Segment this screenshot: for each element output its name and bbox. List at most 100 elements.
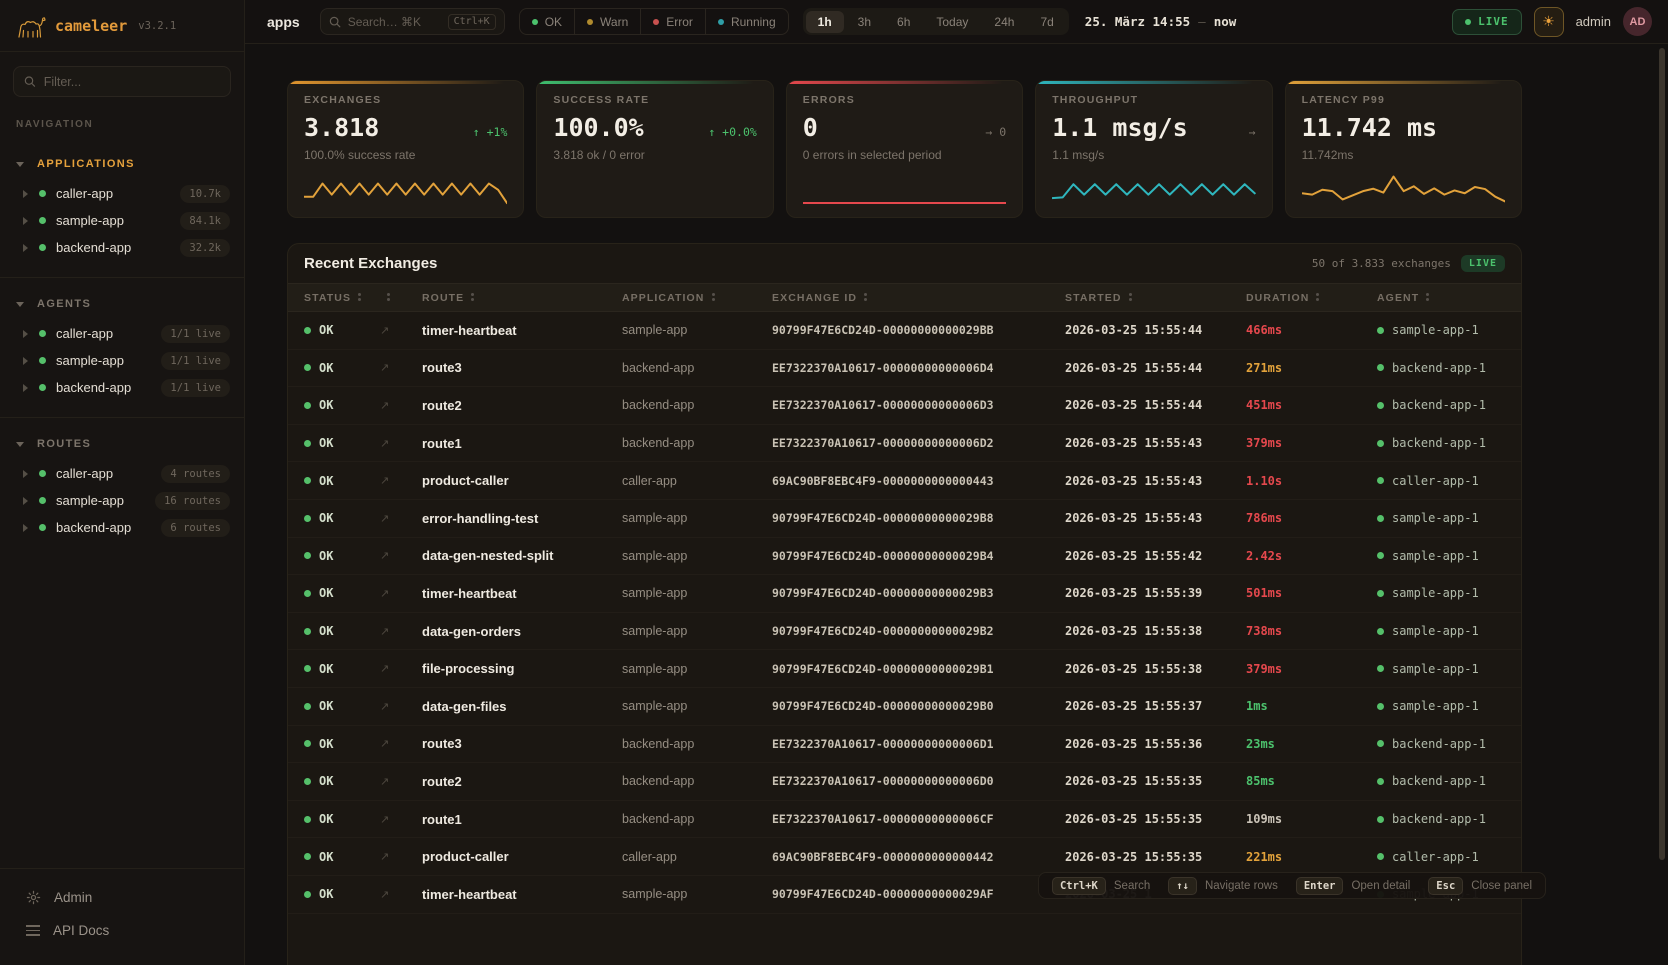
status-filter-ok[interactable]: OK bbox=[520, 9, 574, 34]
open-detail-arrow-icon[interactable]: ↗ bbox=[380, 850, 422, 863]
open-detail-arrow-icon[interactable]: ↗ bbox=[380, 775, 422, 788]
status-cell: OK bbox=[304, 586, 380, 600]
avatar[interactable]: AD bbox=[1623, 7, 1652, 36]
table-row[interactable]: OK↗product-callercaller-app69AC90BF8EBC4… bbox=[288, 838, 1521, 876]
sidebar-filter-input[interactable] bbox=[44, 75, 220, 89]
stat-card-exchanges[interactable]: EXCHANGES3.818↑ +1%100.0% success rate bbox=[287, 80, 524, 218]
time-range-6h[interactable]: 6h bbox=[885, 11, 922, 33]
status-filter-warn[interactable]: Warn bbox=[574, 9, 640, 34]
agent-cell: sample-app-1 bbox=[1377, 662, 1505, 676]
global-search-input[interactable] bbox=[348, 15, 432, 29]
open-detail-arrow-icon[interactable]: ↗ bbox=[380, 324, 422, 337]
sidebar-item-sample-app[interactable]: sample-app1/1 live bbox=[0, 347, 244, 374]
nav-item-label: backend-app bbox=[56, 380, 131, 395]
column-header-exchange-id[interactable]: EXCHANGE ID bbox=[772, 292, 1065, 304]
open-detail-arrow-icon[interactable]: ↗ bbox=[380, 813, 422, 826]
card-accent bbox=[288, 81, 523, 84]
column-header-started[interactable]: STARTED bbox=[1065, 292, 1246, 304]
agent-name: caller-app-1 bbox=[1392, 474, 1479, 488]
exchange-id-cell: 90799F47E6CD24D-00000000000029B3 bbox=[772, 586, 1065, 600]
user-name: admin bbox=[1576, 14, 1611, 29]
chevron-right-icon bbox=[23, 330, 28, 338]
column-header-agent[interactable]: AGENT bbox=[1377, 292, 1505, 304]
sidebar-filter[interactable] bbox=[13, 66, 231, 97]
stat-card-success-rate[interactable]: SUCCESS RATE100.0%↑ +0.0%3.818 ok / 0 er… bbox=[536, 80, 773, 218]
open-detail-arrow-icon[interactable]: ↗ bbox=[380, 549, 422, 562]
time-range-today[interactable]: Today bbox=[924, 11, 980, 33]
sidebar-item-sample-app[interactable]: sample-app84.1k bbox=[0, 207, 244, 234]
open-detail-arrow-icon[interactable]: ↗ bbox=[380, 662, 422, 675]
sidebar-item-caller-app[interactable]: caller-app4 routes bbox=[0, 460, 244, 487]
table-row[interactable]: OK↗data-gen-nested-splitsample-app90799F… bbox=[288, 538, 1521, 576]
theme-toggle-button[interactable]: ☀ bbox=[1534, 7, 1564, 37]
open-detail-arrow-icon[interactable]: ↗ bbox=[380, 587, 422, 600]
open-detail-arrow-icon[interactable]: ↗ bbox=[380, 361, 422, 374]
stat-card-latency-p99[interactable]: LATENCY P9911.742 ms11.742ms bbox=[1285, 80, 1522, 218]
sidebar-item-api-docs[interactable]: API Docs bbox=[0, 914, 244, 947]
column-header-route[interactable]: ROUTE bbox=[422, 292, 622, 304]
sidebar-item-caller-app[interactable]: caller-app10.7k bbox=[0, 180, 244, 207]
agent-status-dot bbox=[1377, 402, 1384, 409]
open-detail-arrow-icon[interactable]: ↗ bbox=[380, 888, 422, 901]
open-detail-arrow-icon[interactable]: ↗ bbox=[380, 625, 422, 638]
table-row[interactable]: OK↗route2backend-appEE7322370A10617-0000… bbox=[288, 763, 1521, 801]
table-row[interactable]: OK↗data-gen-filessample-app90799F47E6CD2… bbox=[288, 688, 1521, 726]
table-row[interactable]: OK↗error-handling-testsample-app90799F47… bbox=[288, 500, 1521, 538]
nav-sections: APPLICATIONS caller-app10.7ksample-app84.… bbox=[0, 146, 244, 541]
column-header-duration[interactable]: DURATION bbox=[1246, 292, 1377, 304]
route-cell: data-gen-nested-split bbox=[422, 548, 622, 563]
table-row[interactable]: OK↗file-processingsample-app90799F47E6CD… bbox=[288, 650, 1521, 688]
nav-section-header-applications[interactable]: APPLICATIONS bbox=[0, 152, 244, 176]
open-detail-arrow-icon[interactable]: ↗ bbox=[380, 474, 422, 487]
open-detail-arrow-icon[interactable]: ↗ bbox=[380, 700, 422, 713]
shortcut-hint: EscClose panel bbox=[1428, 877, 1532, 895]
column-header-detail[interactable] bbox=[380, 292, 422, 304]
sidebar-item-backend-app[interactable]: backend-app32.2k bbox=[0, 234, 244, 261]
time-range-3h[interactable]: 3h bbox=[846, 11, 883, 33]
time-range-24h[interactable]: 24h bbox=[982, 11, 1026, 33]
time-range-7d[interactable]: 7d bbox=[1028, 11, 1065, 33]
status-cell: OK bbox=[304, 361, 380, 375]
sidebar-item-sample-app[interactable]: sample-app16 routes bbox=[0, 487, 244, 514]
status-filter-error[interactable]: Error bbox=[640, 9, 705, 34]
sidebar-item-admin[interactable]: Admin bbox=[0, 881, 244, 914]
nav-section-header-agents[interactable]: AGENTS bbox=[0, 292, 244, 316]
sidebar-item-backend-app[interactable]: backend-app6 routes bbox=[0, 514, 244, 541]
global-search[interactable]: Ctrl+K bbox=[320, 8, 505, 35]
status-filter-running[interactable]: Running bbox=[705, 9, 788, 34]
scrollbar-thumb[interactable] bbox=[1659, 48, 1665, 860]
sidebar: cameleer v3.2.1 NAVIGATION APPLICATIONSc… bbox=[0, 0, 245, 965]
started-cell: 2026-03-25 15:55:44 bbox=[1065, 323, 1246, 337]
stat-card-errors[interactable]: ERRORS0→ 00 errors in selected period bbox=[786, 80, 1023, 218]
sidebar-item-caller-app[interactable]: caller-app1/1 live bbox=[0, 320, 244, 347]
live-toggle[interactable]: LIVE bbox=[1452, 9, 1522, 35]
sun-icon: ☀ bbox=[1542, 13, 1555, 30]
open-detail-arrow-icon[interactable]: ↗ bbox=[380, 399, 422, 412]
open-detail-arrow-icon[interactable]: ↗ bbox=[380, 437, 422, 450]
card-value: 11.742 ms bbox=[1302, 113, 1437, 142]
table-row[interactable]: OK↗timer-heartbeatsample-app90799F47E6CD… bbox=[288, 575, 1521, 613]
agent-status-dot bbox=[1377, 703, 1384, 710]
open-detail-arrow-icon[interactable]: ↗ bbox=[380, 737, 422, 750]
card-value: 100.0% bbox=[553, 113, 643, 142]
sort-icon bbox=[471, 293, 474, 296]
status-dot bbox=[39, 470, 46, 477]
table-row[interactable]: OK↗route1backend-appEE7322370A10617-0000… bbox=[288, 801, 1521, 839]
column-header-status[interactable]: STATUS bbox=[304, 292, 380, 304]
sidebar-item-backend-app[interactable]: backend-app1/1 live bbox=[0, 374, 244, 401]
table-row[interactable]: OK↗route2backend-appEE7322370A10617-0000… bbox=[288, 387, 1521, 425]
status-text: OK bbox=[319, 361, 333, 375]
table-row[interactable]: OK↗route3backend-appEE7322370A10617-0000… bbox=[288, 726, 1521, 764]
table-row[interactable]: OK↗product-callercaller-app69AC90BF8EBC4… bbox=[288, 462, 1521, 500]
table-row[interactable]: OK↗route1backend-appEE7322370A10617-0000… bbox=[288, 425, 1521, 463]
open-detail-arrow-icon[interactable]: ↗ bbox=[380, 512, 422, 525]
status-text: OK bbox=[319, 737, 333, 751]
table-row[interactable]: OK↗timer-heartbeatsample-app90799F47E6CD… bbox=[288, 312, 1521, 350]
column-header-application[interactable]: APPLICATION bbox=[622, 292, 772, 304]
table-row[interactable]: OK↗route3backend-appEE7322370A10617-0000… bbox=[288, 350, 1521, 388]
nav-section-header-routes[interactable]: ROUTES bbox=[0, 432, 244, 456]
agent-cell: caller-app-1 bbox=[1377, 474, 1505, 488]
table-row[interactable]: OK↗data-gen-orderssample-app90799F47E6CD… bbox=[288, 613, 1521, 651]
stat-card-throughput[interactable]: THROUGHPUT1.1 msg/s→1.1 msg/s bbox=[1035, 80, 1272, 218]
time-range-1h[interactable]: 1h bbox=[806, 11, 844, 33]
